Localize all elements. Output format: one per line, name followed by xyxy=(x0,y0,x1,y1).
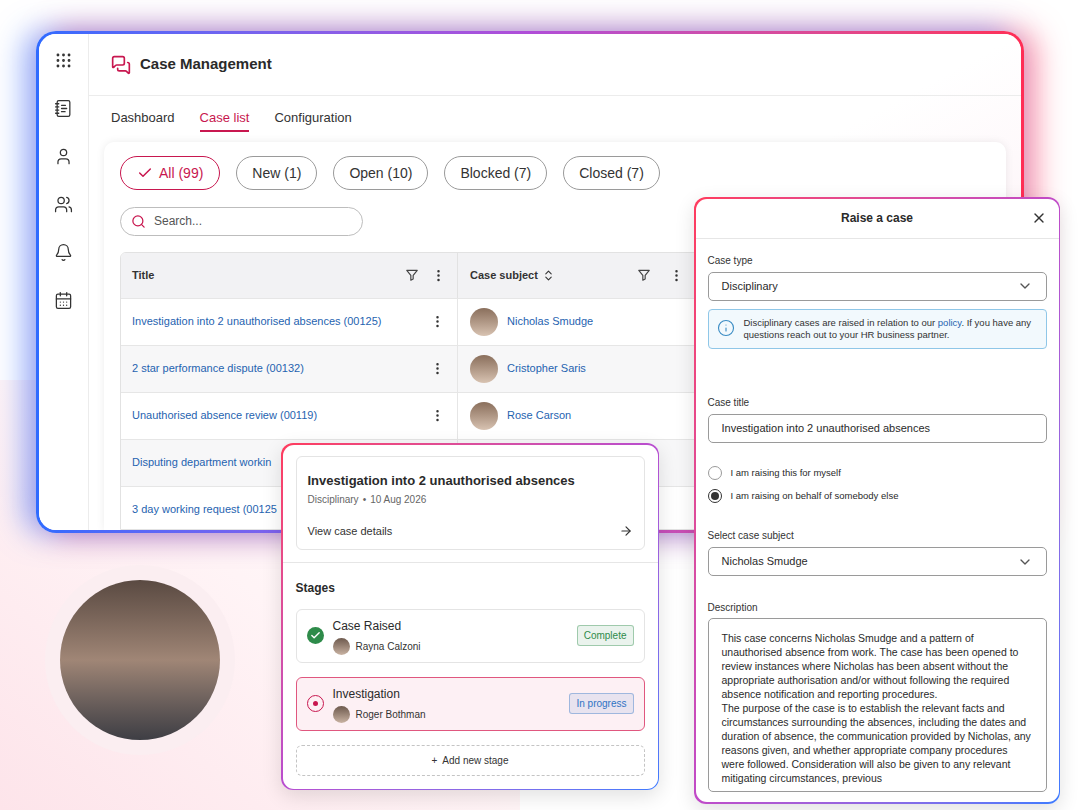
subject-avatar xyxy=(470,308,498,336)
stages-label: Stages xyxy=(296,579,645,597)
field-label: Case title xyxy=(708,395,1047,410)
app-header: Case Management xyxy=(89,34,1021,96)
search-field[interactable]: Search... xyxy=(120,207,363,236)
filter-pill[interactable]: Open (10) xyxy=(333,156,428,190)
case-stages-card: Investigation into 2 unauthorised absenc… xyxy=(281,443,659,790)
icon-sidebar xyxy=(39,34,89,530)
field-label: Case type xyxy=(708,253,1047,268)
status-filters: All (99) New (1) Open (10) Blocked (7) Close… xyxy=(120,156,990,190)
chevron-down-icon xyxy=(1017,554,1033,570)
bell-icon[interactable] xyxy=(54,243,73,262)
subject-link[interactable]: Rose Carson xyxy=(507,407,571,424)
page: Case Management Dashboard Case list Configu… xyxy=(0,0,1080,810)
panel-title: Raise a case xyxy=(841,209,913,227)
calendar-icon[interactable] xyxy=(54,291,73,310)
panel-header: Raise a case xyxy=(696,199,1059,239)
sort-icon[interactable] xyxy=(542,269,555,282)
nav-tab[interactable]: Dashboard xyxy=(111,106,175,132)
description-paragraph: The purpose of the case is to establish … xyxy=(722,701,1033,785)
case-type-select[interactable]: Disciplinary xyxy=(708,272,1047,301)
check-icon xyxy=(137,165,153,181)
filter-icon[interactable] xyxy=(637,268,651,282)
stage-item[interactable]: Case Raised Rayna Calzoni Complete xyxy=(296,609,645,663)
stage-name: Investigation xyxy=(333,685,561,703)
view-case-details[interactable]: View case details xyxy=(308,523,633,540)
stage-name: Case Raised xyxy=(333,617,568,635)
person-avatar xyxy=(333,638,350,655)
filter-pill[interactable]: Closed (7) xyxy=(563,156,660,190)
stage-owner: Roger Bothman xyxy=(356,707,426,722)
user-icon[interactable] xyxy=(54,147,73,166)
nav-tab[interactable]: Configuration xyxy=(274,106,351,132)
field-label: Select case subject xyxy=(708,528,1047,543)
nav-tab[interactable]: Case list xyxy=(200,106,250,132)
case-title-input[interactable]: Investigation into 2 unauthorised absenc… xyxy=(708,414,1047,443)
subject-link[interactable]: Cristopher Saris xyxy=(507,360,586,377)
team-icon[interactable] xyxy=(54,195,73,214)
arrow-right-icon xyxy=(619,524,633,538)
column-menu-icon[interactable] xyxy=(669,268,684,283)
complete-check-icon xyxy=(307,627,324,644)
case-management-icon xyxy=(111,55,131,75)
case-title: Investigation into 2 unauthorised absenc… xyxy=(308,471,633,491)
case-title-link[interactable]: Unauthorised absence review (00119) xyxy=(132,407,430,424)
subject-avatar xyxy=(470,402,498,430)
in-progress-icon xyxy=(307,695,324,712)
stage-status-badge: In progress xyxy=(569,693,633,714)
stage-item[interactable]: Investigation Roger Bothman In progress xyxy=(296,677,645,731)
stage-list: Case Raised Rayna Calzoni Complete Investig… xyxy=(296,609,645,731)
case-subject-select[interactable]: Nicholas Smudge xyxy=(708,547,1047,576)
radio-button[interactable] xyxy=(708,489,722,503)
description-textarea[interactable]: This case concerns Nicholas Smudge and a… xyxy=(708,618,1047,792)
field-label: Description xyxy=(708,600,1047,615)
search-icon xyxy=(131,214,146,229)
subject-link[interactable]: Nicholas Smudge xyxy=(507,313,593,330)
stage-status-badge: Complete xyxy=(577,625,634,646)
close-icon[interactable] xyxy=(1031,210,1047,226)
column-menu-icon[interactable] xyxy=(431,268,446,283)
case-meta: Disciplinary•10 Aug 2026 xyxy=(308,492,633,507)
raise-case-panel: Raise a case Case type Disciplinary Discipl… xyxy=(694,197,1060,804)
radio-button[interactable] xyxy=(708,466,722,480)
apps-grid-icon[interactable] xyxy=(54,51,73,70)
add-stage-button[interactable]: +Add new stage xyxy=(296,745,645,776)
person-avatar xyxy=(333,706,350,723)
description-paragraph: This case concerns Nicholas Smudge and a… xyxy=(722,631,1033,701)
column-header: Title xyxy=(121,253,458,298)
radio-option[interactable]: I am raising this for myself xyxy=(708,466,1047,480)
column-header: Case subject xyxy=(458,253,696,298)
policy-link[interactable]: policy xyxy=(938,317,962,328)
filter-pill[interactable]: All (99) xyxy=(120,156,220,190)
stage-owner: Rayna Calzoni xyxy=(356,639,421,654)
filter-pill[interactable]: New (1) xyxy=(236,156,317,190)
chevron-down-icon xyxy=(1017,278,1033,294)
row-menu-icon[interactable] xyxy=(430,314,445,329)
case-title-link[interactable]: 2 star performance dispute (00132) xyxy=(132,360,430,377)
app-title: Case Management xyxy=(140,53,272,76)
case-summary: Investigation into 2 unauthorised absenc… xyxy=(296,456,645,550)
subject-avatar xyxy=(470,355,498,383)
row-menu-icon[interactable] xyxy=(430,408,445,423)
filter-icon[interactable] xyxy=(405,268,419,282)
filter-pill[interactable]: Blocked (7) xyxy=(444,156,547,190)
user-photo xyxy=(45,565,235,755)
notebook-icon[interactable] xyxy=(54,99,73,118)
raising-options: I am raising this for myself I am raising… xyxy=(708,466,1047,504)
nav-tabs: Dashboard Case list Configuration xyxy=(89,96,1021,142)
info-box: Disciplinary cases are raised in relatio… xyxy=(708,309,1047,349)
info-icon xyxy=(717,319,735,337)
row-menu-icon[interactable] xyxy=(430,361,445,376)
case-title-link[interactable]: Investigation into 2 unauthorised absenc… xyxy=(132,313,430,330)
radio-option[interactable]: I am raising on behalf of somebody else xyxy=(708,489,1047,503)
